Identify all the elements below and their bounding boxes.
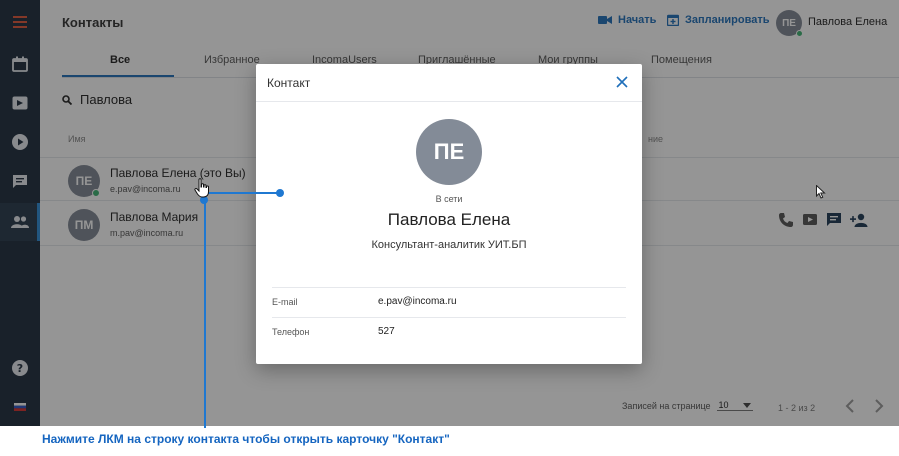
email-value[interactable]: e.pav@incoma.ru bbox=[378, 296, 457, 307]
app-window: ? Контакты Начать Запланировать ПЕ Павло… bbox=[0, 0, 899, 426]
phone-value[interactable]: 527 bbox=[378, 326, 395, 337]
contact-initials: ПЕ bbox=[433, 139, 465, 164]
callout-dot-end bbox=[276, 189, 284, 197]
instruction-caption: Нажмите ЛКМ на строку контакта чтобы отк… bbox=[42, 432, 450, 446]
modal-title: Контакт bbox=[267, 76, 311, 90]
phone-label: Телефон bbox=[272, 327, 310, 337]
arrow-cursor-icon bbox=[816, 185, 826, 199]
contact-position: Консультант-аналитик УИТ.БП bbox=[371, 239, 527, 251]
callout-line-vertical bbox=[204, 200, 206, 428]
contact-card-modal: Контакт ПЕ В сети Павлова Елена Консульт… bbox=[256, 64, 642, 364]
email-label: E-mail bbox=[272, 297, 298, 307]
status-text: В сети bbox=[435, 194, 463, 204]
close-button[interactable] bbox=[616, 75, 628, 93]
callout-line-horizontal bbox=[204, 192, 280, 194]
phone-field-row: Телефон 527 bbox=[272, 317, 626, 347]
modal-header: Контакт bbox=[256, 64, 642, 102]
email-field-row: E-mail e.pav@incoma.ru bbox=[272, 287, 626, 317]
hand-cursor-icon bbox=[194, 178, 209, 198]
close-icon bbox=[616, 76, 628, 88]
contact-avatar: ПЕ bbox=[416, 119, 482, 185]
contact-full-name: Павлова Елена bbox=[387, 210, 511, 229]
